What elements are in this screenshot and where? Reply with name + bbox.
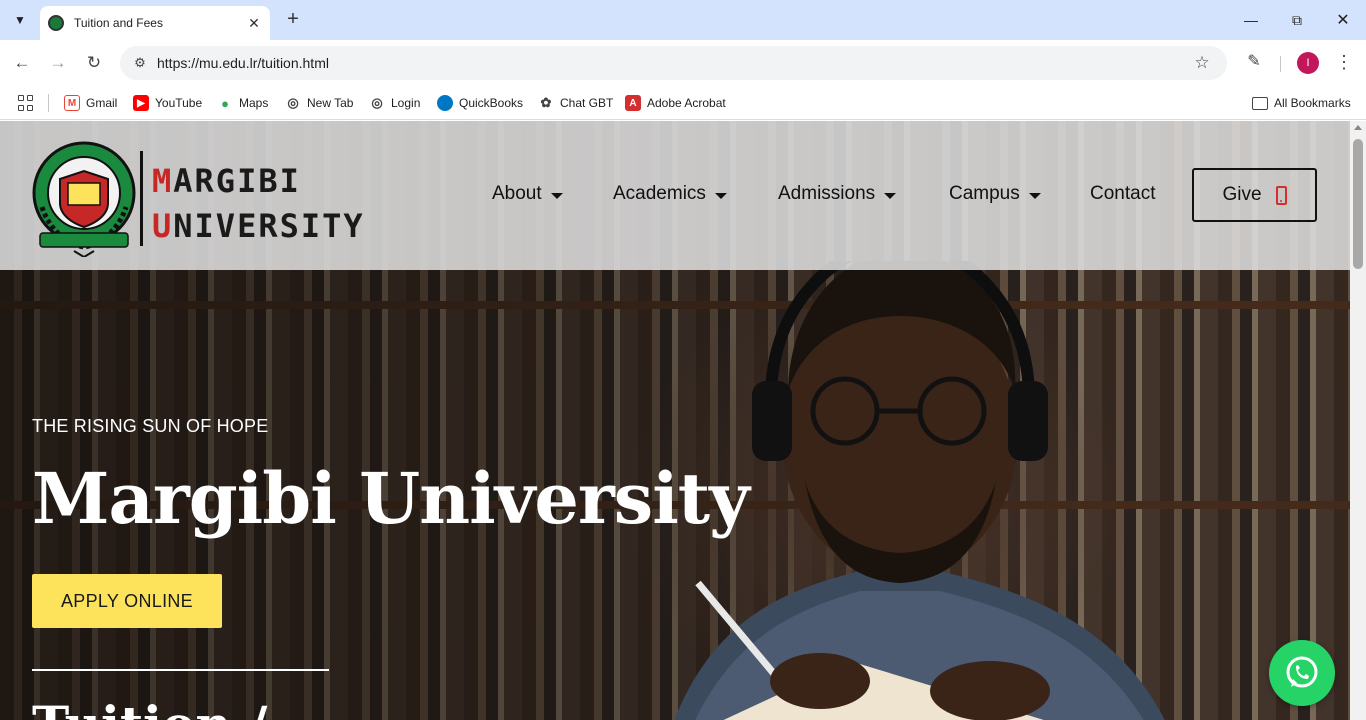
youtube-icon: ▶ [133,95,149,111]
chevron-down-icon [714,192,727,199]
address-bar[interactable]: ⚙ https://mu.edu.lr/tuition.html ☆ [120,46,1227,80]
nav-admissions-label: Admissions [778,183,876,204]
bookmark-label: Maps [239,96,269,110]
hero-divider [32,669,329,671]
bookmark-quickbooks[interactable]: QuickBooks [437,92,523,114]
maps-icon: ● [217,95,233,111]
close-tab-icon[interactable]: ✕ [246,15,262,32]
whatsapp-icon [1286,656,1318,688]
all-bookmarks-label: All Bookmarks [1274,96,1351,110]
bookmark-youtube[interactable]: ▶ YouTube [133,92,202,114]
wordmark-line2: NIVERSITY [173,207,365,245]
chevron-down-icon [1028,192,1041,199]
hero-tagline: THE RISING SUN OF HOPE [32,416,269,436]
forward-icon[interactable]: → [45,50,71,76]
chevron-down-icon [884,192,897,199]
hero-title: Margibi University [32,457,750,540]
restore-icon[interactable]: ⧉ [1285,8,1309,32]
bookmarks-bar: M Gmail ▶ YouTube ● Maps ◎ New Tab ◎ Log… [0,86,1366,120]
whatsapp-chat-button[interactable] [1269,640,1335,706]
bookmark-label: YouTube [155,96,203,110]
tab-strip: ▼ Tuition and Fees ✕ + — ⧉ ✕ [0,0,1366,40]
bookmark-label: Login [391,96,421,110]
university-wordmark[interactable]: MARGIBI UNIVERSITY [152,159,365,249]
site-favicon-icon [48,15,64,31]
more-menu-icon[interactable]: ⋮ [1334,50,1354,74]
nav-about[interactable]: About [492,183,563,205]
bookmark-chat-gbt[interactable]: ✿ Chat GBT [538,92,613,114]
browser-tab[interactable]: Tuition and Fees ✕ [40,6,270,40]
bookmarks-divider [48,94,49,112]
bookmark-label: QuickBooks [459,96,524,110]
scroll-thumb[interactable] [1353,139,1363,269]
nav-contact-label: Contact [1090,183,1156,204]
site-info-icon[interactable]: ⚙ [130,55,150,71]
apps-grid-icon[interactable] [18,95,34,111]
bookmark-label: Adobe Acrobat [647,96,726,110]
bookmark-login[interactable]: ◎ Login [369,92,420,114]
logo-divider [140,151,143,246]
tab-title: Tuition and Fees [74,16,163,30]
reload-icon[interactable]: ↻ [81,50,107,76]
profile-avatar[interactable]: I [1297,52,1319,74]
nav-academics-label: Academics [613,183,706,204]
chatgpt-icon: ✿ [538,95,554,111]
bookmark-star-icon[interactable]: ☆ [1191,53,1213,73]
toolbar-divider [1280,56,1281,72]
folder-icon [1252,96,1268,110]
close-window-icon[interactable]: ✕ [1331,8,1355,32]
bookmark-label: Chat GBT [560,96,614,110]
bookmark-maps[interactable]: ● Maps [217,92,268,114]
nav-academics[interactable]: Academics [613,183,727,205]
apply-online-button[interactable]: APPLY ONLINE [32,574,222,628]
give-label: Give [1222,184,1262,205]
extensions-icon[interactable]: ✎ [1242,50,1266,74]
wordmark-initial-u: U [152,207,174,245]
bookmark-gmail[interactable]: M Gmail [64,92,117,114]
globe-icon: ◎ [285,95,301,111]
mobile-phone-icon [1275,185,1287,205]
bookmark-adobe-acrobat[interactable]: A Adobe Acrobat [625,92,726,114]
browser-toolbar: ← → ↻ ⚙ https://mu.edu.lr/tuition.html ☆… [0,40,1366,86]
minimize-icon[interactable]: — [1239,8,1263,32]
bookmark-label: New Tab [307,96,354,110]
nav-contact[interactable]: Contact [1090,183,1155,205]
page-viewport: MARGIBI UNIVERSITY About Academics Admis… [0,121,1350,720]
chevron-down-icon [550,192,563,199]
tab-search-icon[interactable]: ▼ [8,8,32,32]
wordmark-initial-m: M [152,162,174,200]
site-header: MARGIBI UNIVERSITY About Academics Admis… [0,121,1350,270]
nav-about-label: About [492,183,542,204]
nav-campus[interactable]: Campus [949,183,1041,205]
gmail-icon: M [64,95,80,111]
new-tab-button[interactable]: + [282,8,304,30]
all-bookmarks-folder[interactable]: All Bookmarks [1252,92,1351,114]
give-button[interactable]: Give [1192,168,1317,222]
url-text[interactable]: https://mu.edu.lr/tuition.html [157,55,1191,71]
quickbooks-icon [437,95,453,111]
bookmark-new-tab[interactable]: ◎ New Tab [285,92,353,114]
page-scrollbar[interactable] [1350,121,1366,720]
wordmark-line1: ARGIBI [173,162,301,200]
globe-icon: ◎ [369,95,385,111]
acrobat-icon: A [625,95,641,111]
scroll-up-icon[interactable] [1354,125,1362,130]
university-seal-logo[interactable] [30,137,138,257]
section-title: Tuition / [32,695,267,720]
bookmark-label: Gmail [86,96,118,110]
nav-admissions[interactable]: Admissions [778,183,897,205]
nav-campus-label: Campus [949,183,1020,204]
back-icon[interactable]: ← [9,50,35,76]
